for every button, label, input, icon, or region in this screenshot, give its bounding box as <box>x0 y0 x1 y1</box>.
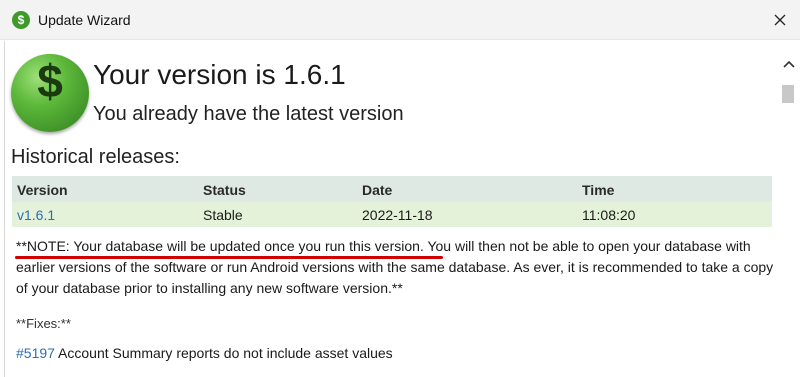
column-header-version: Version <box>17 182 68 198</box>
version-title: Your version is 1.6.1 <box>93 59 346 90</box>
release-notes-pane[interactable]: $ Your version is 1.6.1 You already have… <box>4 41 778 377</box>
release-status: Stable <box>203 207 243 223</box>
vertical-scrollbar[interactable] <box>778 41 800 377</box>
version-status-text: You already have the latest version <box>93 103 404 125</box>
column-header-status: Status <box>203 182 246 198</box>
dollar-logo-icon: $ <box>11 54 89 132</box>
fix-description: Account Summary reports do not include a… <box>54 345 393 361</box>
release-version-link[interactable]: v1.6.1 <box>17 207 55 223</box>
table-header: Version Status Date Time <box>12 176 772 202</box>
fixes-label: **Fixes:** <box>16 316 71 331</box>
fix-item: #5197 Account Summary reports do not inc… <box>16 345 393 361</box>
database-note: **NOTE: Your database will be updated on… <box>15 236 776 299</box>
note-highlight-text: **NOTE: Your database will be updated on… <box>16 238 424 254</box>
scrollbar-thumb[interactable] <box>782 85 794 103</box>
chevron-up-icon[interactable] <box>782 59 796 69</box>
release-time: 11:08:20 <box>582 207 636 223</box>
historical-releases-heading: Historical releases: <box>11 146 180 168</box>
column-header-date: Date <box>362 182 393 198</box>
column-header-time: Time <box>582 182 615 198</box>
release-notes: **NOTE: Your database will be updated on… <box>15 236 776 299</box>
release-date: 2022-11-18 <box>362 207 433 223</box>
logo-symbol: $ <box>37 55 63 107</box>
title-bar: $ Update Wizard <box>0 0 800 40</box>
issue-link[interactable]: #5197 <box>16 345 55 361</box>
dollar-icon: $ <box>12 11 30 29</box>
releases-table: Version Status Date Time v1.6.1 Stable 2… <box>12 176 772 227</box>
table-row[interactable]: v1.6.1 Stable 2022-11-18 11:08:20 <box>12 202 772 227</box>
close-button[interactable] <box>764 4 796 36</box>
close-icon <box>774 14 786 26</box>
window-title: Update Wizard <box>38 12 131 28</box>
red-annotation-underline <box>15 256 443 259</box>
